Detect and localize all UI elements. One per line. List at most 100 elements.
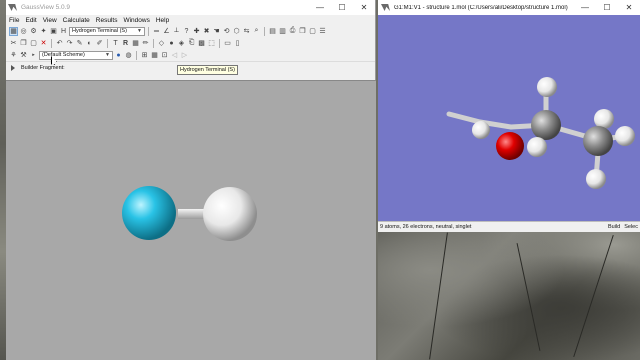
add-valence-icon[interactable]: ✚	[192, 27, 201, 36]
builder-select-icon[interactable]: ▦	[9, 26, 18, 36]
maximize-button[interactable]: ☐	[596, 3, 618, 12]
palette-icon[interactable]: ⚘	[9, 51, 18, 60]
small-arrow-icon[interactable]: ▸	[29, 51, 38, 60]
text-icon[interactable]: T	[111, 39, 120, 48]
camera-icon[interactable]: ⎗	[187, 39, 196, 48]
fragment-select-value: Hydrogen Terminal (S)	[72, 28, 127, 34]
globe-icon[interactable]: ◍	[124, 51, 133, 60]
hand-icon[interactable]: ☚	[212, 27, 221, 36]
ring-fragment-icon[interactable]: ◎	[19, 27, 28, 36]
r-group-icon[interactable]: ⚙	[29, 27, 38, 36]
sphere-icon[interactable]: ●	[114, 51, 123, 60]
wrench-icon[interactable]: ⚒	[19, 51, 28, 60]
scheme-select-value: (Default Scheme)	[42, 52, 85, 58]
main-titlebar: GaussView 5.0.9 — ☐ ✕	[6, 0, 375, 15]
hydrogen-atom[interactable]	[594, 109, 614, 129]
symmetrize-icon[interactable]: ⬡	[232, 27, 241, 36]
close-button[interactable]: ✕	[353, 3, 375, 12]
molecule-svg	[446, 77, 635, 189]
biological-fragment-icon[interactable]: ✦	[39, 27, 48, 36]
menu-view[interactable]: View	[40, 17, 60, 24]
table-icon[interactable]: ▦	[150, 51, 159, 60]
molecule-titlebar: G1:M1:V1 - structure 1.mol (C:/Users/ali…	[378, 0, 640, 15]
expand-triangle-icon[interactable]	[11, 64, 15, 71]
minimize-button[interactable]: —	[574, 3, 596, 12]
mode-indicators: Build Selec	[608, 224, 638, 230]
rebond-icon[interactable]: ⟲	[222, 27, 231, 36]
style-icon[interactable]: ✎	[75, 39, 84, 48]
clean-icon[interactable]: ⌕	[252, 27, 261, 36]
menu-calculate[interactable]: Calculate	[60, 17, 93, 24]
fragment-select[interactable]: Hydrogen Terminal (S) ▼	[69, 26, 145, 36]
fragment-attach-atom[interactable]	[122, 186, 176, 240]
redo-icon[interactable]: ↷	[65, 39, 74, 48]
carbon-atom[interactable]	[531, 110, 561, 140]
toolbar-row-3: ⚘ ⚒ ▸ (Default Scheme) ▼ ● ◍ ⊞ ▦ ⊡ ◁ ▷	[6, 49, 375, 61]
forward-icon[interactable]: ▷	[180, 51, 189, 60]
toolbar-separator	[51, 38, 52, 48]
copy-icon[interactable]: ❐	[19, 39, 28, 48]
hydrogen-fragment-icon[interactable]: H	[59, 27, 68, 36]
color-icon[interactable]: ◐	[85, 39, 94, 48]
desktop-background-right	[378, 232, 640, 360]
chevron-down-icon: ▼	[137, 28, 142, 34]
copy-icon[interactable]: ❐	[298, 27, 307, 36]
toolbar-row-2: ✂ ❐ ▢ ✕ ↶ ↷ ✎ ◐ ✐ T R ▦ ✏ ◇ ● ◈ ⎗ ▩ ⬚ ▭ …	[6, 37, 375, 49]
open-file-icon[interactable]: ▤	[268, 27, 277, 36]
minimize-button[interactable]: —	[309, 3, 331, 12]
pencil-icon[interactable]: ✐	[95, 39, 104, 48]
menu-results[interactable]: Results	[93, 17, 121, 24]
diamond-icon[interactable]: ◇	[157, 39, 166, 48]
menu-windows[interactable]: Windows	[120, 17, 152, 24]
fill-icon[interactable]: ▩	[197, 39, 206, 48]
bold-icon[interactable]: R	[121, 39, 130, 48]
gaussview-main-window: GaussView 5.0.9 — ☐ ✕ File Edit View Cal…	[6, 0, 376, 360]
menu-help[interactable]: Help	[153, 17, 172, 24]
modify-angle-icon[interactable]: ∠	[162, 27, 171, 36]
carbon-atom[interactable]	[583, 126, 613, 156]
modify-bond-icon[interactable]: ═	[152, 27, 161, 36]
oxygen-atom[interactable]	[496, 132, 524, 160]
hydrogen-atom[interactable]	[203, 187, 257, 241]
list-icon[interactable]: ☰	[318, 27, 327, 36]
molecule-viewport[interactable]	[378, 15, 640, 221]
close-window-icon[interactable]: ⊡	[160, 51, 169, 60]
main-window-title: GaussView 5.0.9	[21, 4, 71, 11]
toolbar-separator	[153, 38, 154, 48]
window-icon[interactable]: ▭	[223, 39, 232, 48]
toolbar-separator	[148, 26, 149, 36]
custom-fragment-icon[interactable]: ▣	[49, 27, 58, 36]
cut-icon[interactable]: ✂	[9, 39, 18, 48]
scheme-select[interactable]: (Default Scheme) ▼	[39, 50, 113, 60]
inquire-icon[interactable]: ?	[182, 27, 191, 36]
hydrogen-atom[interactable]	[472, 121, 490, 139]
atom-color-icon[interactable]: ●	[167, 39, 176, 48]
fragment-preview-viewport[interactable]	[6, 80, 376, 360]
paste-icon[interactable]: ▢	[29, 39, 38, 48]
menu-file[interactable]: File	[6, 17, 22, 24]
hydrogen-atom[interactable]	[537, 77, 557, 97]
delete-icon[interactable]: ✕	[39, 39, 48, 48]
undo-icon[interactable]: ↶	[55, 39, 64, 48]
mirror-icon[interactable]: ⇆	[242, 27, 251, 36]
delete-atom-icon[interactable]: ✖	[202, 27, 211, 36]
hydrogen-atom[interactable]	[615, 126, 635, 146]
surface-icon[interactable]: ◈	[177, 39, 186, 48]
frame-icon[interactable]: ⬚	[207, 39, 216, 48]
menu-edit[interactable]: Edit	[22, 17, 39, 24]
paste-icon[interactable]: ▢	[308, 27, 317, 36]
close-button[interactable]: ✕	[618, 3, 640, 12]
modify-dihedral-icon[interactable]: ⟂	[172, 27, 181, 36]
builder-fragment-label: Builder Fragment:	[21, 64, 65, 71]
print-icon[interactable]: ⎙	[288, 27, 297, 36]
tile-icon[interactable]: ▯	[233, 39, 242, 48]
hydrogen-atom[interactable]	[527, 137, 547, 157]
save-file-icon[interactable]: ▥	[278, 27, 287, 36]
grid-icon[interactable]: ▦	[131, 39, 140, 48]
brush-icon[interactable]: ✏	[141, 39, 150, 48]
grid-layout-icon[interactable]: ⊞	[140, 51, 149, 60]
molecule-window-title: G1:M1:V1 - structure 1.mol (C:/Users/ali…	[394, 4, 568, 11]
hydrogen-atom[interactable]	[586, 169, 606, 189]
back-icon[interactable]: ◁	[170, 51, 179, 60]
maximize-button[interactable]: ☐	[331, 3, 353, 12]
